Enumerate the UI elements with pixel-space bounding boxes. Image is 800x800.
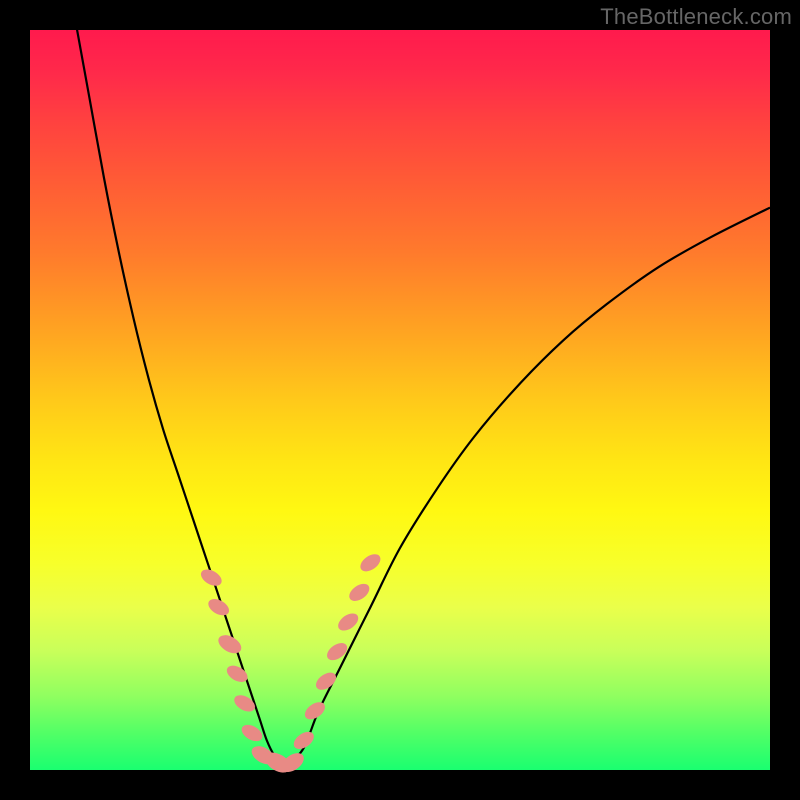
marker-point: [335, 610, 361, 634]
watermark-text: TheBottleneck.com: [600, 4, 792, 30]
marker-point: [231, 692, 257, 715]
marker-point: [215, 631, 244, 656]
plot-area: [30, 30, 770, 770]
marker-point: [313, 669, 339, 693]
highlighted-points: [198, 551, 383, 777]
marker-point: [357, 551, 383, 575]
marker-point: [346, 580, 372, 604]
marker-point: [324, 640, 350, 664]
curve-path: [74, 15, 770, 764]
chart-frame: TheBottleneck.com: [0, 0, 800, 800]
bottleneck-curve: [74, 15, 770, 764]
chart-svg: [30, 30, 770, 770]
marker-point: [198, 566, 224, 589]
